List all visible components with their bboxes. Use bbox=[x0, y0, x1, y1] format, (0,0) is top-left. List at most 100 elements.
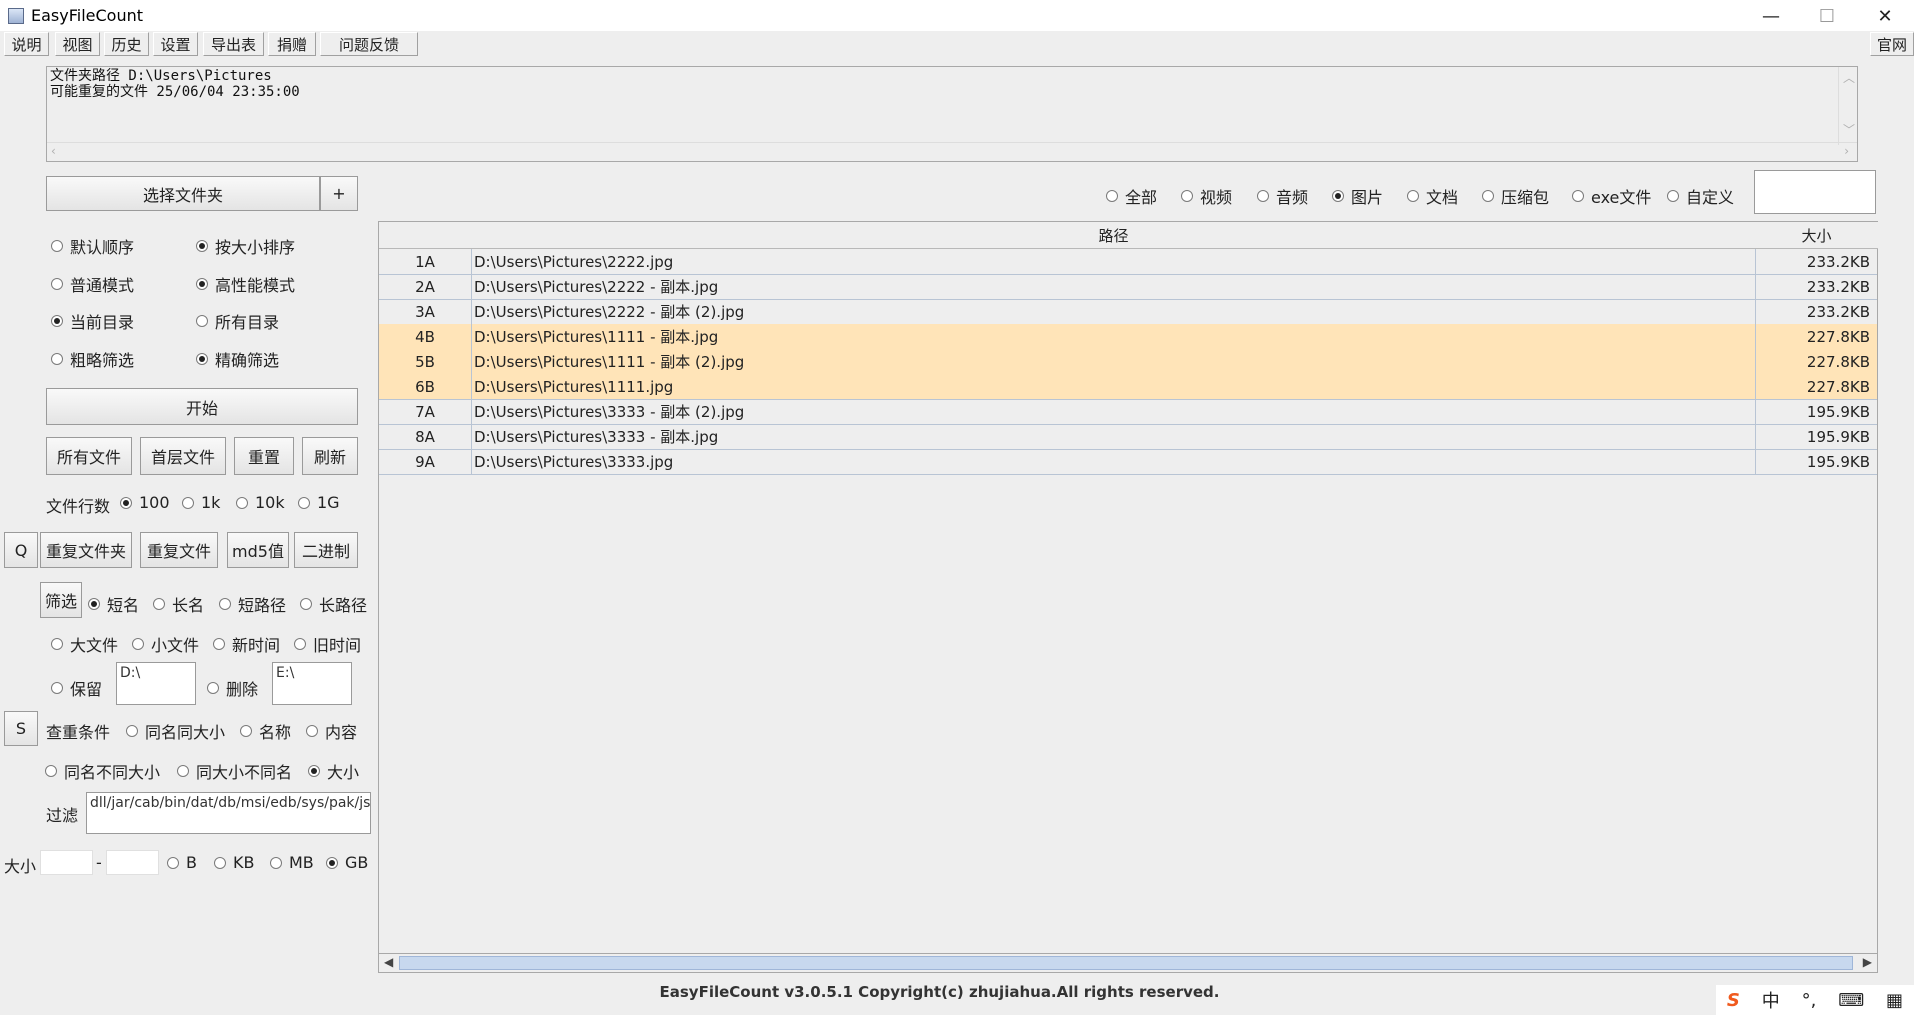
radio-keep[interactable]: 保留 bbox=[51, 676, 102, 700]
menu-history[interactable]: 历史 bbox=[104, 32, 149, 56]
radio-precise-filter[interactable]: 精确筛选 bbox=[196, 347, 279, 371]
radio-long-name[interactable]: 长名 bbox=[153, 592, 204, 616]
scroll-left-icon[interactable]: ‹ bbox=[51, 144, 56, 158]
console-horizontal-scrollbar[interactable]: ‹ › bbox=[47, 142, 1857, 161]
scroll-left-icon[interactable]: ◀ bbox=[384, 955, 393, 969]
choose-folder-button[interactable]: 选择文件夹 bbox=[46, 176, 320, 211]
scroll-up-icon[interactable]: ︿ bbox=[1843, 69, 1855, 86]
q-button[interactable]: Q bbox=[4, 532, 38, 568]
radio-content[interactable]: 内容 bbox=[306, 719, 357, 743]
table-row[interactable]: 8A D:\Users\Pictures\3333 - 副本.jpg 195.9KB bbox=[379, 424, 1877, 450]
radio-type-video[interactable]: 视频 bbox=[1181, 184, 1232, 208]
maximize-button[interactable]: ☐ bbox=[1798, 0, 1856, 32]
scroll-right-icon[interactable]: ▶ bbox=[1863, 955, 1872, 969]
table-row[interactable]: 9A D:\Users\Pictures\3333.jpg 195.9KB bbox=[379, 449, 1877, 475]
table-row[interactable]: 1A D:\Users\Pictures\2222.jpg 233.2KB bbox=[379, 249, 1877, 275]
menu-feedback[interactable]: 问题反馈 bbox=[320, 32, 418, 56]
column-header-path[interactable]: 路径 bbox=[472, 222, 1756, 249]
table-row[interactable]: 3A D:\Users\Pictures\2222 - 副本 (2).jpg 233… bbox=[379, 299, 1877, 325]
keyboard-icon[interactable]: ⌨ bbox=[1838, 990, 1864, 1011]
reset-button[interactable]: 重置 bbox=[234, 437, 294, 475]
all-files-button[interactable]: 所有文件 bbox=[46, 437, 132, 475]
radio-size[interactable]: 大小 bbox=[308, 759, 359, 783]
grid-menu-icon[interactable]: ▦ bbox=[1886, 990, 1903, 1011]
menu-settings[interactable]: 设置 bbox=[153, 32, 198, 56]
s-button[interactable]: S bbox=[4, 711, 38, 746]
table-row[interactable]: 2A D:\Users\Pictures\2222 - 副本.jpg 233.2KB bbox=[379, 274, 1877, 300]
radio-type-custom[interactable]: 自定义 bbox=[1667, 184, 1734, 208]
radio-same-name-diff-size[interactable]: 同名不同大小 bbox=[45, 759, 160, 783]
scroll-down-icon[interactable]: ﹀ bbox=[1843, 121, 1855, 138]
keep-path-input[interactable]: D:\ bbox=[116, 662, 196, 705]
ime-language-toggle[interactable]: 中 bbox=[1762, 987, 1780, 1013]
size-label: 大小 bbox=[4, 857, 37, 876]
radio-type-audio[interactable]: 音频 bbox=[1257, 184, 1308, 208]
md5-button[interactable]: md5值 bbox=[227, 532, 289, 568]
radio-all-dirs[interactable]: 所有目录 bbox=[196, 309, 279, 333]
radio-same-size-diff-name[interactable]: 同大小不同名 bbox=[177, 759, 292, 783]
duplicate-file-button[interactable]: 重复文件 bbox=[140, 532, 218, 568]
console-vertical-scrollbar[interactable]: ︿ ﹀ bbox=[1838, 67, 1857, 145]
refresh-button[interactable]: 刷新 bbox=[302, 437, 358, 475]
column-header-size[interactable]: 大小 bbox=[1755, 222, 1878, 249]
menu-view[interactable]: 视图 bbox=[55, 32, 100, 56]
top-level-files-button[interactable]: 首层文件 bbox=[140, 437, 226, 475]
radio-rows-100[interactable]: 100 bbox=[120, 493, 170, 512]
max-size-input[interactable] bbox=[106, 850, 159, 875]
radio-short-path[interactable]: 短路径 bbox=[219, 592, 286, 616]
close-button[interactable]: ✕ bbox=[1856, 0, 1914, 32]
radio-small-files[interactable]: 小文件 bbox=[132, 632, 199, 656]
radio-large-files[interactable]: 大文件 bbox=[51, 632, 118, 656]
scroll-right-icon[interactable]: › bbox=[1844, 144, 1849, 158]
sogou-logo-icon[interactable]: S bbox=[1727, 990, 1740, 1011]
radio-performance-mode[interactable]: 高性能模式 bbox=[196, 272, 295, 296]
minimize-button[interactable]: — bbox=[1742, 0, 1800, 32]
radio-rows-10k[interactable]: 10k bbox=[236, 493, 285, 512]
radio-old-time[interactable]: 旧时间 bbox=[294, 632, 361, 656]
menu-export[interactable]: 导出表 bbox=[203, 32, 264, 56]
radio-unit-gb[interactable]: GB bbox=[326, 853, 368, 872]
radio-size-sort[interactable]: 按大小排序 bbox=[196, 234, 295, 258]
radio-type-all[interactable]: 全部 bbox=[1106, 184, 1157, 208]
radio-type-archive[interactable]: 压缩包 bbox=[1482, 184, 1549, 208]
table-horizontal-scrollbar[interactable]: ◀ ▶ bbox=[378, 953, 1878, 973]
radio-rough-filter[interactable]: 粗略筛选 bbox=[51, 347, 134, 371]
radio-short-name[interactable]: 短名 bbox=[88, 592, 139, 616]
add-folder-button[interactable]: + bbox=[320, 176, 358, 211]
menu-website[interactable]: 官网 bbox=[1870, 32, 1914, 56]
delete-path-input[interactable]: E:\ bbox=[272, 662, 352, 705]
table-row[interactable]: 5B D:\Users\Pictures\1111 - 副本 (2).jpg 227… bbox=[379, 349, 1877, 375]
filter-button[interactable]: 筛选 bbox=[40, 582, 82, 618]
radio-type-image[interactable]: 图片 bbox=[1332, 184, 1383, 208]
radio-rows-1g[interactable]: 1G bbox=[298, 493, 340, 512]
min-size-input[interactable] bbox=[40, 850, 93, 875]
radio-long-path[interactable]: 长路径 bbox=[300, 592, 367, 616]
menu-donate[interactable]: 捐赠 bbox=[268, 32, 316, 56]
radio-new-time[interactable]: 新时间 bbox=[213, 632, 280, 656]
scrollbar-thumb[interactable] bbox=[399, 956, 1853, 970]
radio-unit-mb[interactable]: MB bbox=[270, 853, 314, 872]
filter-extensions-input[interactable]: dll/jar/cab/bin/dat/db/msi/edb/sys/pak/j… bbox=[86, 792, 371, 834]
ime-punctuation-toggle[interactable]: °, bbox=[1802, 990, 1817, 1011]
column-header-index[interactable] bbox=[379, 222, 473, 249]
table-row[interactable]: 7A D:\Users\Pictures\3333 - 副本 (2).jpg 195… bbox=[379, 399, 1877, 425]
menu-help[interactable]: 说明 bbox=[4, 32, 49, 56]
duplicate-folder-button[interactable]: 重复文件夹 bbox=[40, 532, 132, 568]
radio-default-order[interactable]: 默认顺序 bbox=[51, 234, 134, 258]
radio-unit-kb[interactable]: KB bbox=[214, 853, 254, 872]
custom-type-input[interactable] bbox=[1754, 170, 1876, 214]
radio-rows-1k[interactable]: 1k bbox=[182, 493, 220, 512]
radio-type-document[interactable]: 文档 bbox=[1407, 184, 1458, 208]
table-row[interactable]: 4B D:\Users\Pictures\1111 - 副本.jpg 227.8KB bbox=[379, 324, 1877, 350]
radio-type-exe[interactable]: exe文件 bbox=[1572, 184, 1651, 208]
radio-dot-icon bbox=[1181, 190, 1193, 202]
radio-name[interactable]: 名称 bbox=[240, 719, 291, 743]
start-button[interactable]: 开始 bbox=[46, 388, 358, 425]
radio-unit-b[interactable]: B bbox=[167, 853, 197, 872]
radio-normal-mode[interactable]: 普通模式 bbox=[51, 272, 134, 296]
radio-same-name-same-size[interactable]: 同名同大小 bbox=[126, 719, 225, 743]
binary-button[interactable]: 二进制 bbox=[294, 532, 358, 568]
radio-delete[interactable]: 删除 bbox=[207, 676, 258, 700]
radio-current-dir[interactable]: 当前目录 bbox=[51, 309, 134, 333]
table-row[interactable]: 6B D:\Users\Pictures\1111.jpg 227.8KB bbox=[379, 374, 1877, 400]
